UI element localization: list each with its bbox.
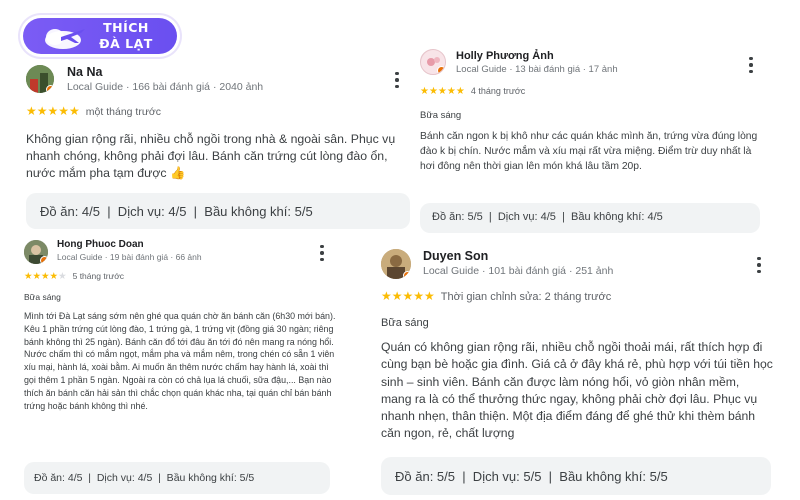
- star-rating: ★★★★★ một tháng trước: [26, 104, 161, 118]
- star-icons: ★★★★★: [24, 271, 67, 282]
- reviewer-meta: Local Guide · 166 bài đánh giá · 2040 ản…: [67, 81, 264, 93]
- local-guide-badge-icon: [46, 85, 54, 93]
- reviewer-name[interactable]: Duyen Son: [423, 249, 488, 263]
- avatar[interactable]: [420, 49, 446, 75]
- logo-line-1: THÍCH: [103, 20, 149, 35]
- ratings-summary: Đồ ăn: 5/5 | Dịch vụ: 4/5 | Bầu không kh…: [420, 203, 760, 233]
- plane-cloud-icon: [45, 29, 85, 49]
- star-icons: ★★★★★: [420, 86, 465, 97]
- ratings-summary: Đồ ăn: 4/5 | Dịch vụ: 4/5 | Bầu không kh…: [24, 462, 330, 494]
- reviewer-meta: Local Guide · 101 bài đánh giá · 251 ảnh: [423, 265, 614, 277]
- reviewer-name[interactable]: Holly Phương Ảnh: [456, 50, 554, 62]
- avatar[interactable]: [381, 249, 411, 279]
- review-text: Không gian rộng rãi, nhiều chỗ ngồi tron…: [26, 132, 396, 180]
- meal-type: Bữa sáng: [24, 292, 61, 302]
- review-time: 5 tháng trước: [72, 271, 125, 281]
- star-rating: ★★★★★ Thời gian chỉnh sửa: 2 tháng trước: [381, 289, 611, 303]
- avatar[interactable]: [24, 240, 48, 264]
- ratings-summary: Đồ ăn: 4/5 | Dịch vụ: 4/5 | Bầu không kh…: [26, 193, 410, 229]
- star-icons: ★★★★★: [26, 104, 80, 118]
- review-time: một tháng trước: [85, 106, 161, 118]
- meal-type: Bữa sáng: [420, 110, 462, 121]
- star-rating: ★★★★★ 5 tháng trước: [24, 271, 124, 282]
- reviewer-meta: Local Guide · 19 bài đánh giá · 66 ảnh: [57, 252, 202, 262]
- more-options-icon[interactable]: [753, 255, 765, 275]
- star-icons: ★★★★★: [381, 289, 435, 303]
- avatar[interactable]: [26, 65, 54, 93]
- star-rating: ★★★★★ 4 tháng trước: [420, 86, 525, 97]
- more-options-icon[interactable]: [745, 55, 757, 75]
- local-guide-badge-icon: [403, 271, 411, 279]
- more-options-icon[interactable]: [391, 70, 403, 90]
- reviewer-name[interactable]: Hong Phuoc Doan: [57, 239, 144, 250]
- local-guide-badge-icon: [40, 256, 48, 264]
- review-time: 4 tháng trước: [470, 86, 526, 96]
- reviewer-meta: Local Guide · 13 bài đánh giá · 17 ảnh: [456, 64, 618, 75]
- review-text: Mình tới Đà Lạt sáng sớm nên ghé qua quá…: [24, 311, 336, 411]
- review-text: Quán có không gian rộng rãi, nhiều chỗ n…: [381, 340, 773, 441]
- review-time: Thời gian chỉnh sửa: 2 tháng trước: [440, 291, 612, 303]
- review-text: Bánh căn ngon k bị khô như các quán khác…: [420, 131, 758, 173]
- meal-type: Bữa sáng: [381, 317, 429, 329]
- ratings-summary: Đồ ăn: 5/5 | Dịch vụ: 5/5 | Bầu không kh…: [381, 457, 771, 495]
- more-options-icon[interactable]: [316, 243, 328, 263]
- reviewer-name[interactable]: Na Na: [67, 65, 102, 79]
- thich-da-lat-logo: THÍCH ĐÀ LẠT: [20, 15, 180, 57]
- logo-line-2: ĐÀ LẠT: [99, 36, 153, 51]
- local-guide-badge-icon: [437, 66, 445, 74]
